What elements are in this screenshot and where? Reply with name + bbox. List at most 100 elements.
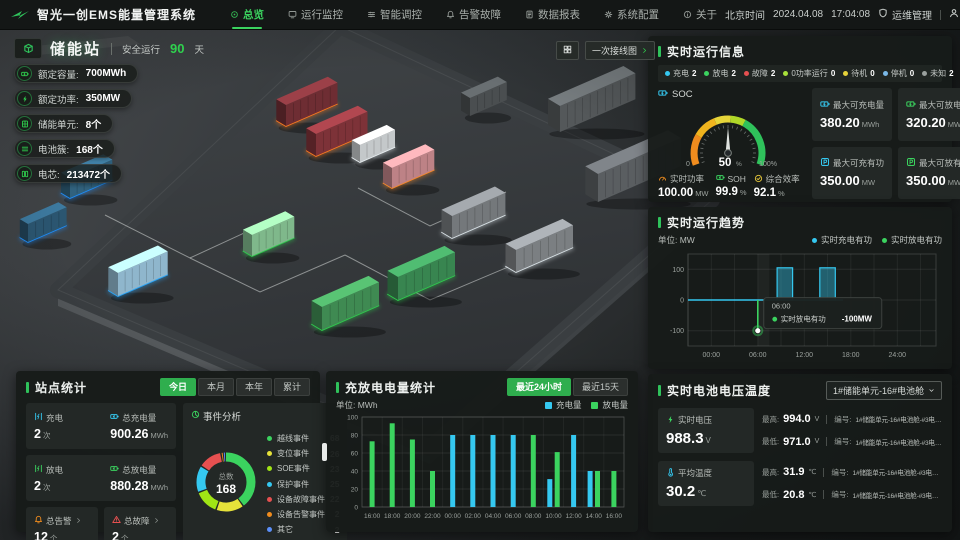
label-row: 总故障 (112, 515, 168, 527)
unit: 次 (43, 431, 51, 440)
status-value: 0 (910, 69, 914, 78)
battery-unit-selector[interactable]: 1#储能单元-16#电池舱 (826, 381, 942, 400)
label: 平均温度 (678, 467, 712, 479)
nav-item-数据报表[interactable]: 数据报表 (525, 0, 580, 30)
p-charge-icon (820, 157, 830, 169)
charge-plug-icon (34, 412, 43, 423)
status-item: 0功率运行0 (783, 68, 835, 79)
site-tab-今日[interactable]: 今日 (160, 378, 196, 396)
stat-value: 213472个 (67, 166, 110, 181)
svg-text:00:00: 00:00 (703, 352, 721, 359)
site-tabs: 今日本月本年累计 (160, 378, 310, 396)
status-label: 充电 (673, 68, 689, 79)
nav-item-label: 告警故障 (459, 7, 501, 22)
panel-collapse-handle[interactable] (322, 443, 327, 461)
event-label: 保护事件 (277, 479, 325, 490)
chevron-right-icon (641, 47, 648, 54)
alert-card-总告警[interactable]: 总告警12个 (26, 507, 98, 540)
device-code: 1#储能单元-16#电池舱-#3电池簇-P02-C36 (852, 490, 942, 500)
nav-right: 北京时间 2024.04.08 17:04:08 运维管理 超级管理员 (725, 7, 960, 22)
settings-icon (604, 10, 613, 19)
brand-logo-icon (10, 8, 30, 22)
metric-label-row: 实时功率 (658, 173, 709, 185)
status-label: 放电 (712, 68, 728, 79)
battery-container-unit[interactable] (548, 66, 645, 140)
capability-card: 最大可放电量320.20MWh (898, 88, 960, 141)
card-value: 320.20MWh (906, 115, 960, 130)
code-key: 编号: (834, 414, 851, 425)
battery-container-unit[interactable] (20, 202, 72, 249)
energy-unit-label: 单位: MWh (336, 399, 378, 411)
energy-tab-最近15天[interactable]: 最近15天 (573, 378, 628, 396)
value: 2 (112, 530, 119, 540)
user-menu[interactable]: 超级管理员 (949, 7, 960, 22)
nav-item-智能调控[interactable]: 智能调控 (367, 0, 422, 30)
battery-groups: 实时电压988.3V最高:994.0V编号:1#储能单元-16#电池舱-#3电池… (658, 408, 942, 506)
battery-row: 最低:971.0V编号:1#储能单元-16#电池舱-#3电池簇-P02-C36 (762, 436, 942, 448)
battery-discharge-icon (906, 99, 916, 111)
layout-grid-button[interactable] (556, 41, 579, 60)
device-code: 1#储能单元-16#电池舱-#3电池簇-P02-C36 (855, 437, 942, 447)
total-value: 900.26MWh (110, 427, 168, 441)
site-tab-本月[interactable]: 本月 (198, 378, 234, 396)
pie-icon (191, 410, 200, 422)
unit: MWh (151, 483, 169, 492)
metric-label: 实时功率 (670, 173, 704, 185)
wiring-diagram-button[interactable]: 一次接线图 (585, 41, 655, 60)
nav-item-关于[interactable]: 关于 (683, 0, 717, 30)
status-label: 待机 (851, 68, 867, 79)
nav-item-系统配置[interactable]: 系统配置 (604, 0, 659, 30)
unit: V (706, 436, 711, 445)
timezone-label: 北京时间 (725, 7, 765, 22)
summary-value: 30.2℃ (666, 483, 746, 500)
site-stats-title: 站点统计 (35, 379, 87, 396)
status-item: 故障2 (744, 68, 775, 79)
station-cube-icon (14, 38, 42, 59)
brand: 智光一创EMS能量管理系统 (10, 6, 196, 23)
svg-text:10:00: 10:00 (545, 513, 562, 520)
value: 988.3 (666, 430, 704, 447)
station-stat-pill: 储能单元:8个 (14, 114, 113, 133)
battery-panel-title: 实时电池电压温度 (667, 382, 771, 399)
count-value: 2次 (34, 479, 63, 493)
realtime-trend-panel: 实时运行趋势 单位: MW 实时充电有功实时放电有功 1000-10000:00… (648, 207, 952, 369)
svg-text:100: 100 (347, 415, 358, 422)
unit: MWh (948, 120, 960, 129)
row-unit: ℃ (809, 468, 817, 476)
site-tab-累计[interactable]: 累计 (274, 378, 310, 396)
nav-item-label: 总览 (243, 7, 264, 22)
row-unit: V (815, 438, 820, 445)
capacity-icon (17, 66, 32, 81)
person-icon (949, 8, 959, 21)
status-label: 未知 (930, 68, 946, 79)
alert-card-总故障[interactable]: 总故障2个 (104, 507, 176, 540)
energy-tab-最近24小时[interactable]: 最近24小时 (507, 378, 571, 396)
legend-label: 实时充电有功 (821, 234, 872, 246)
card-label-row: 最大可充电量 (820, 99, 884, 111)
status-dot (744, 71, 749, 76)
label: 总充电量 (122, 412, 156, 424)
about-icon (683, 10, 692, 19)
nav-item-运行监控[interactable]: 运行监控 (288, 0, 343, 30)
svg-text:22:00: 22:00 (424, 513, 441, 520)
svg-text:0: 0 (354, 505, 358, 512)
nav-menu: 总览 运行监控智能调控 告警故障 数据报表系统配置关于 (230, 0, 717, 30)
stat-label: 电芯: (38, 167, 60, 181)
status-dot (704, 71, 709, 76)
scene-buttons: 一次接线图 (556, 41, 655, 60)
legend-dot (267, 436, 272, 441)
svg-text:40: 40 (351, 469, 359, 476)
energy-stats-title: 充放电电量统计 (345, 379, 436, 396)
count-value: 2次 (34, 427, 63, 441)
unit: 次 (43, 483, 51, 492)
stat-value: 350MW (86, 93, 120, 104)
label-row: 总告警 (34, 515, 90, 527)
energy-bar-chart: 02040608010016:0018:0020:0022:0000:0002:… (336, 411, 628, 529)
value: 900.26 (110, 427, 148, 441)
site-tab-本年[interactable]: 本年 (236, 378, 272, 396)
nav-item-告警故障[interactable]: 告警故障 (446, 0, 501, 30)
nav-item-总览[interactable]: 总览 (230, 0, 264, 30)
ops-management-button[interactable]: 运维管理 (878, 7, 932, 22)
battery-row: 最低:20.8℃编号:1#储能单元-16#电池舱-#3电池簇-P02-C36 (762, 489, 942, 501)
label-row: 充电 (34, 412, 63, 424)
